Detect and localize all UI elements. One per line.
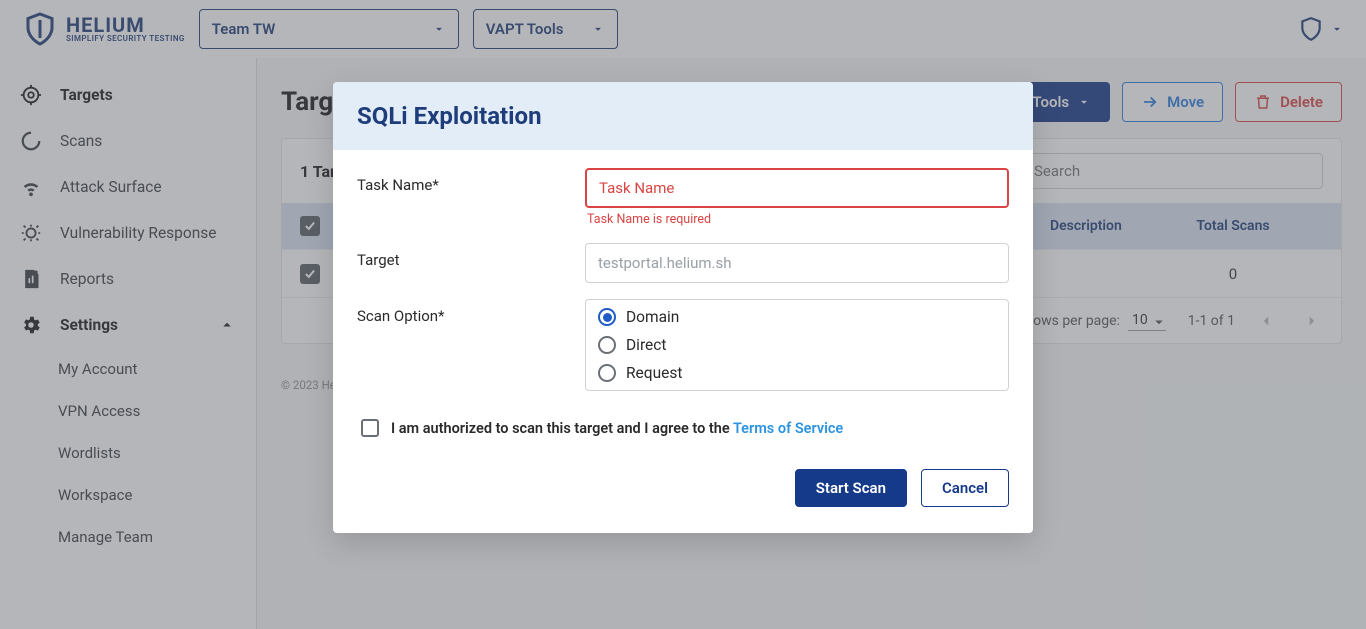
authorization-checkbox[interactable]: [361, 419, 379, 437]
scan-option-label: Scan Option*: [357, 299, 585, 325]
terms-of-service-link[interactable]: Terms of Service: [733, 420, 843, 437]
modal-title: SQLi Exploitation: [333, 82, 1033, 150]
task-name-label: Task Name*: [357, 168, 585, 194]
radio-label: Domain: [626, 308, 679, 326]
target-input[interactable]: [585, 243, 1009, 283]
sqli-exploitation-modal: SQLi Exploitation Task Name* Task Name i…: [333, 82, 1033, 533]
radio-label: Request: [626, 364, 682, 382]
scan-option-domain[interactable]: Domain: [598, 308, 996, 326]
task-name-error: Task Name is required: [587, 212, 1009, 227]
cancel-button[interactable]: Cancel: [921, 469, 1009, 507]
modal-overlay: SQLi Exploitation Task Name* Task Name i…: [0, 0, 1366, 629]
scan-option-request[interactable]: Request: [598, 364, 996, 382]
scan-option-direct[interactable]: Direct: [598, 336, 996, 354]
authorization-text: I am authorized to scan this target and …: [391, 420, 843, 437]
scan-option-group: Domain Direct Request: [585, 299, 1009, 391]
task-name-input[interactable]: [585, 168, 1009, 208]
radio-label: Direct: [626, 336, 666, 354]
target-label: Target: [357, 243, 585, 269]
start-scan-button[interactable]: Start Scan: [795, 469, 907, 507]
